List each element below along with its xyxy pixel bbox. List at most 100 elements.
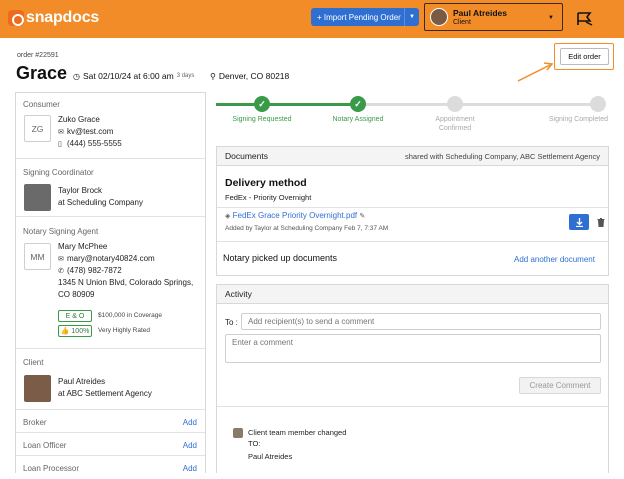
logo-mark-icon [8,10,24,26]
step-assigned-check-icon: ✓ [350,96,366,112]
phone-icon: ▯ [58,141,62,148]
add-broker-link[interactable]: Add [183,418,197,427]
agent-phone[interactable]: ✆ (478) 982-7872 [58,266,122,275]
tag-icon: ◈ [225,213,231,220]
date-text: Sat 02/10/24 at 6:00 am [82,71,174,81]
consumer-name: Zuko Grace [58,115,100,124]
delivery-method-title: Delivery method [225,177,307,189]
consumer-email[interactable]: ✉ kv@test.com [58,127,113,136]
chevron-down-icon: ▼ [548,15,554,21]
add-document-link[interactable]: Add another document [514,255,595,264]
notary-status: Notary picked up documents [223,253,338,263]
clock-icon: ◷ [73,71,80,81]
document-file-link[interactable]: ◈ FedEx Grace Priority Overnight.pdf ✎ [225,211,365,220]
client-name: Paul Atreides [58,377,106,386]
progress-stepper: ✓ ✓ Signing Requested Notary Assigned Ap… [216,96,608,136]
logo-text: snapdocs [26,9,100,26]
activity-card: Activity To : Create Comment Client team… [216,284,609,473]
add-loan-processor-link[interactable]: Add [183,464,197,473]
eo-note: $100,000 in Coverage [98,312,162,319]
agent-section: Notary Signing Agent MM Mary McPhee ✉ mar… [16,217,205,349]
snapdocs-logo[interactable]: snapdocs [8,9,99,27]
import-button-label: + Import Pending Order [317,12,401,22]
coordinator-company: at Scheduling Company [58,198,143,207]
agent-label: Notary Signing Agent [23,227,99,236]
coordinator-avatar [24,184,51,211]
coordinator-label: Signing Coordinator [23,168,94,177]
trash-icon[interactable] [597,218,605,227]
agent-initials: MM [24,243,51,270]
location-pin-icon: ⚲ [210,72,216,81]
recipient-input[interactable] [241,313,601,330]
mail-icon: ✉ [58,129,64,136]
step-line-complete [216,103,364,106]
sidebar: Consumer ZG Zuko Grace ✉ kv@test.com ▯ (44… [15,92,206,473]
activity-title: Activity [225,289,252,299]
location-text: Denver, CO 80218 [218,71,290,81]
delivery-method-value: FedEx - Priority Overnight [225,193,312,202]
avatar [430,8,448,26]
add-loan-officer-link[interactable]: Add [183,441,197,450]
eo-badge: E & O [58,310,92,322]
documents-header: Documents shared with Scheduling Company… [217,147,608,166]
coordinator-name: Taylor Brock [58,186,103,195]
mail-icon: ✉ [58,256,64,263]
activity-avatar [233,428,243,438]
step-requested-label: Signing Requested [232,116,292,123]
consumer-label: Consumer [23,100,60,109]
step-confirmed-label: Appointment Confirmed [435,116,475,132]
divider [217,241,608,242]
step-requested-check-icon: ✓ [254,96,270,112]
activity-header: Activity [217,285,608,304]
client-label: Client [23,358,44,367]
comment-textarea[interactable] [225,334,601,363]
loan-officer-label: Loan Officer [23,441,67,450]
client-avatar [24,375,51,402]
appointment-date: ◷ Sat 02/10/24 at 6:00 am 3 days [73,71,194,81]
edit-order-button[interactable]: Edit order [560,48,609,65]
loan-processor-row: Loan Processor Add [16,456,205,479]
appointment-location: ⚲ Denver, CO 80218 [210,71,289,81]
client-company: at ABC Settlement Agency [58,389,152,398]
activity-item-value: Paul Atreides [248,452,293,461]
order-number: order #22591 [17,52,59,59]
pencil-icon[interactable]: ✎ [359,213,365,220]
duration-text: 3 days [176,73,195,79]
step-completed-dot-icon [590,96,606,112]
step-assigned-label: Notary Assigned [332,116,384,123]
page-title: Grace [16,63,68,83]
documents-card: Documents shared with Scheduling Company… [216,146,609,276]
download-button[interactable] [569,214,589,230]
step-confirmed-dot-icon [447,96,463,112]
to-label: To : [225,318,238,327]
rating-note: Very Highly Rated [98,327,151,334]
phone-icon: ✆ [58,268,64,275]
consumer-section: Consumer ZG Zuko Grace ✉ kv@test.com ▯ (44… [16,93,205,159]
step-completed-label: Signing Completed [548,116,608,123]
import-pending-order-button[interactable]: + Import Pending Order ▼ [311,8,419,26]
broker-row: Broker Add [16,410,205,433]
divider [217,406,608,407]
rating-badge: 👍 100% [58,325,92,337]
activity-item-to: TO: [248,439,261,448]
user-menu[interactable]: Paul Atreides Client ▼ [424,3,563,31]
feedback-flag-icon[interactable] [577,12,593,26]
agent-email[interactable]: ✉ mary@notary40824.com [58,254,155,263]
divider [217,207,608,208]
thumbs-up-icon: 👍 [60,328,70,335]
user-name: Paul Atreides [453,8,508,18]
loan-officer-row: Loan Officer Add [16,433,205,456]
documents-shared-with: shared with Scheduling Company, ABC Sett… [405,151,600,161]
top-bar: snapdocs + Import Pending Order ▼ Paul A… [0,0,624,38]
consumer-phone[interactable]: ▯ (444) 555-5555 [58,139,122,148]
loan-processor-label: Loan Processor [23,464,80,473]
agent-address-line1: 1345 N Union Blvd, Colorado Springs, [58,278,194,287]
step-line-pending [364,103,604,106]
activity-item-title: Client team member changed [248,428,347,437]
chevron-down-icon[interactable]: ▼ [404,8,419,26]
user-role: Client [453,19,471,26]
create-comment-button[interactable]: Create Comment [519,377,601,394]
consumer-initials: ZG [24,115,51,142]
agent-name: Mary McPhee [58,242,108,251]
arrow-annotation-icon [517,62,554,82]
